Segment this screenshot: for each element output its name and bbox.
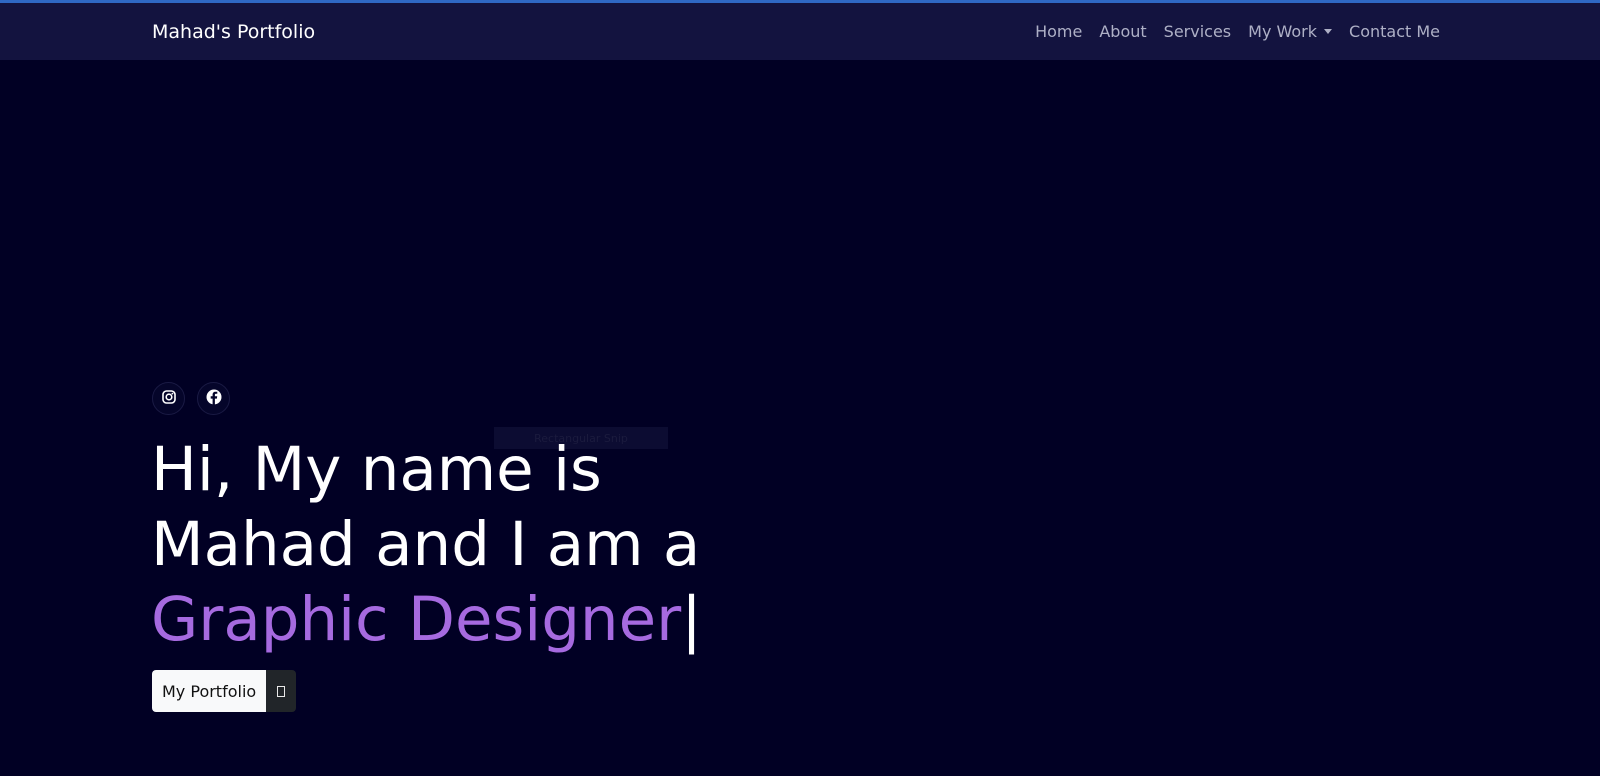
facebook-link[interactable]	[197, 382, 230, 415]
portfolio-icon-button[interactable]	[266, 670, 297, 712]
typed-role-text: Graphic Designer	[151, 584, 682, 655]
nav-link-my-work-dropdown[interactable]: My Work	[1248, 22, 1333, 41]
my-portfolio-button[interactable]: My Portfolio	[152, 670, 267, 712]
hero-line-2: Mahad and I am a	[151, 509, 701, 580]
hero-line-1: Hi, My name is	[151, 434, 602, 505]
hero-heading: Hi, My name is Mahad and I am a Graphic …	[151, 432, 851, 657]
hero-button-group: My Portfolio	[152, 670, 297, 712]
instagram-link[interactable]	[152, 382, 185, 415]
instagram-icon	[161, 389, 176, 408]
nav-link-about[interactable]: About	[1099, 22, 1146, 41]
box-icon	[277, 685, 286, 697]
facebook-icon	[206, 389, 222, 409]
nav-links: Home About Services My Work Contact Me	[1035, 22, 1440, 41]
navbar: Mahad's Portfolio Home About Services My…	[0, 3, 1600, 60]
nav-link-contact[interactable]: Contact Me	[1349, 22, 1440, 41]
nav-link-my-work-label: My Work	[1248, 22, 1318, 41]
hero-line-3: Graphic Designer|	[151, 582, 851, 657]
brand-link[interactable]: Mahad's Portfolio	[152, 21, 315, 43]
typing-cursor: |	[681, 584, 702, 655]
nav-link-home[interactable]: Home	[1035, 22, 1082, 41]
social-links	[152, 382, 230, 415]
caret-down-icon	[1324, 29, 1333, 34]
nav-link-services[interactable]: Services	[1164, 22, 1231, 41]
